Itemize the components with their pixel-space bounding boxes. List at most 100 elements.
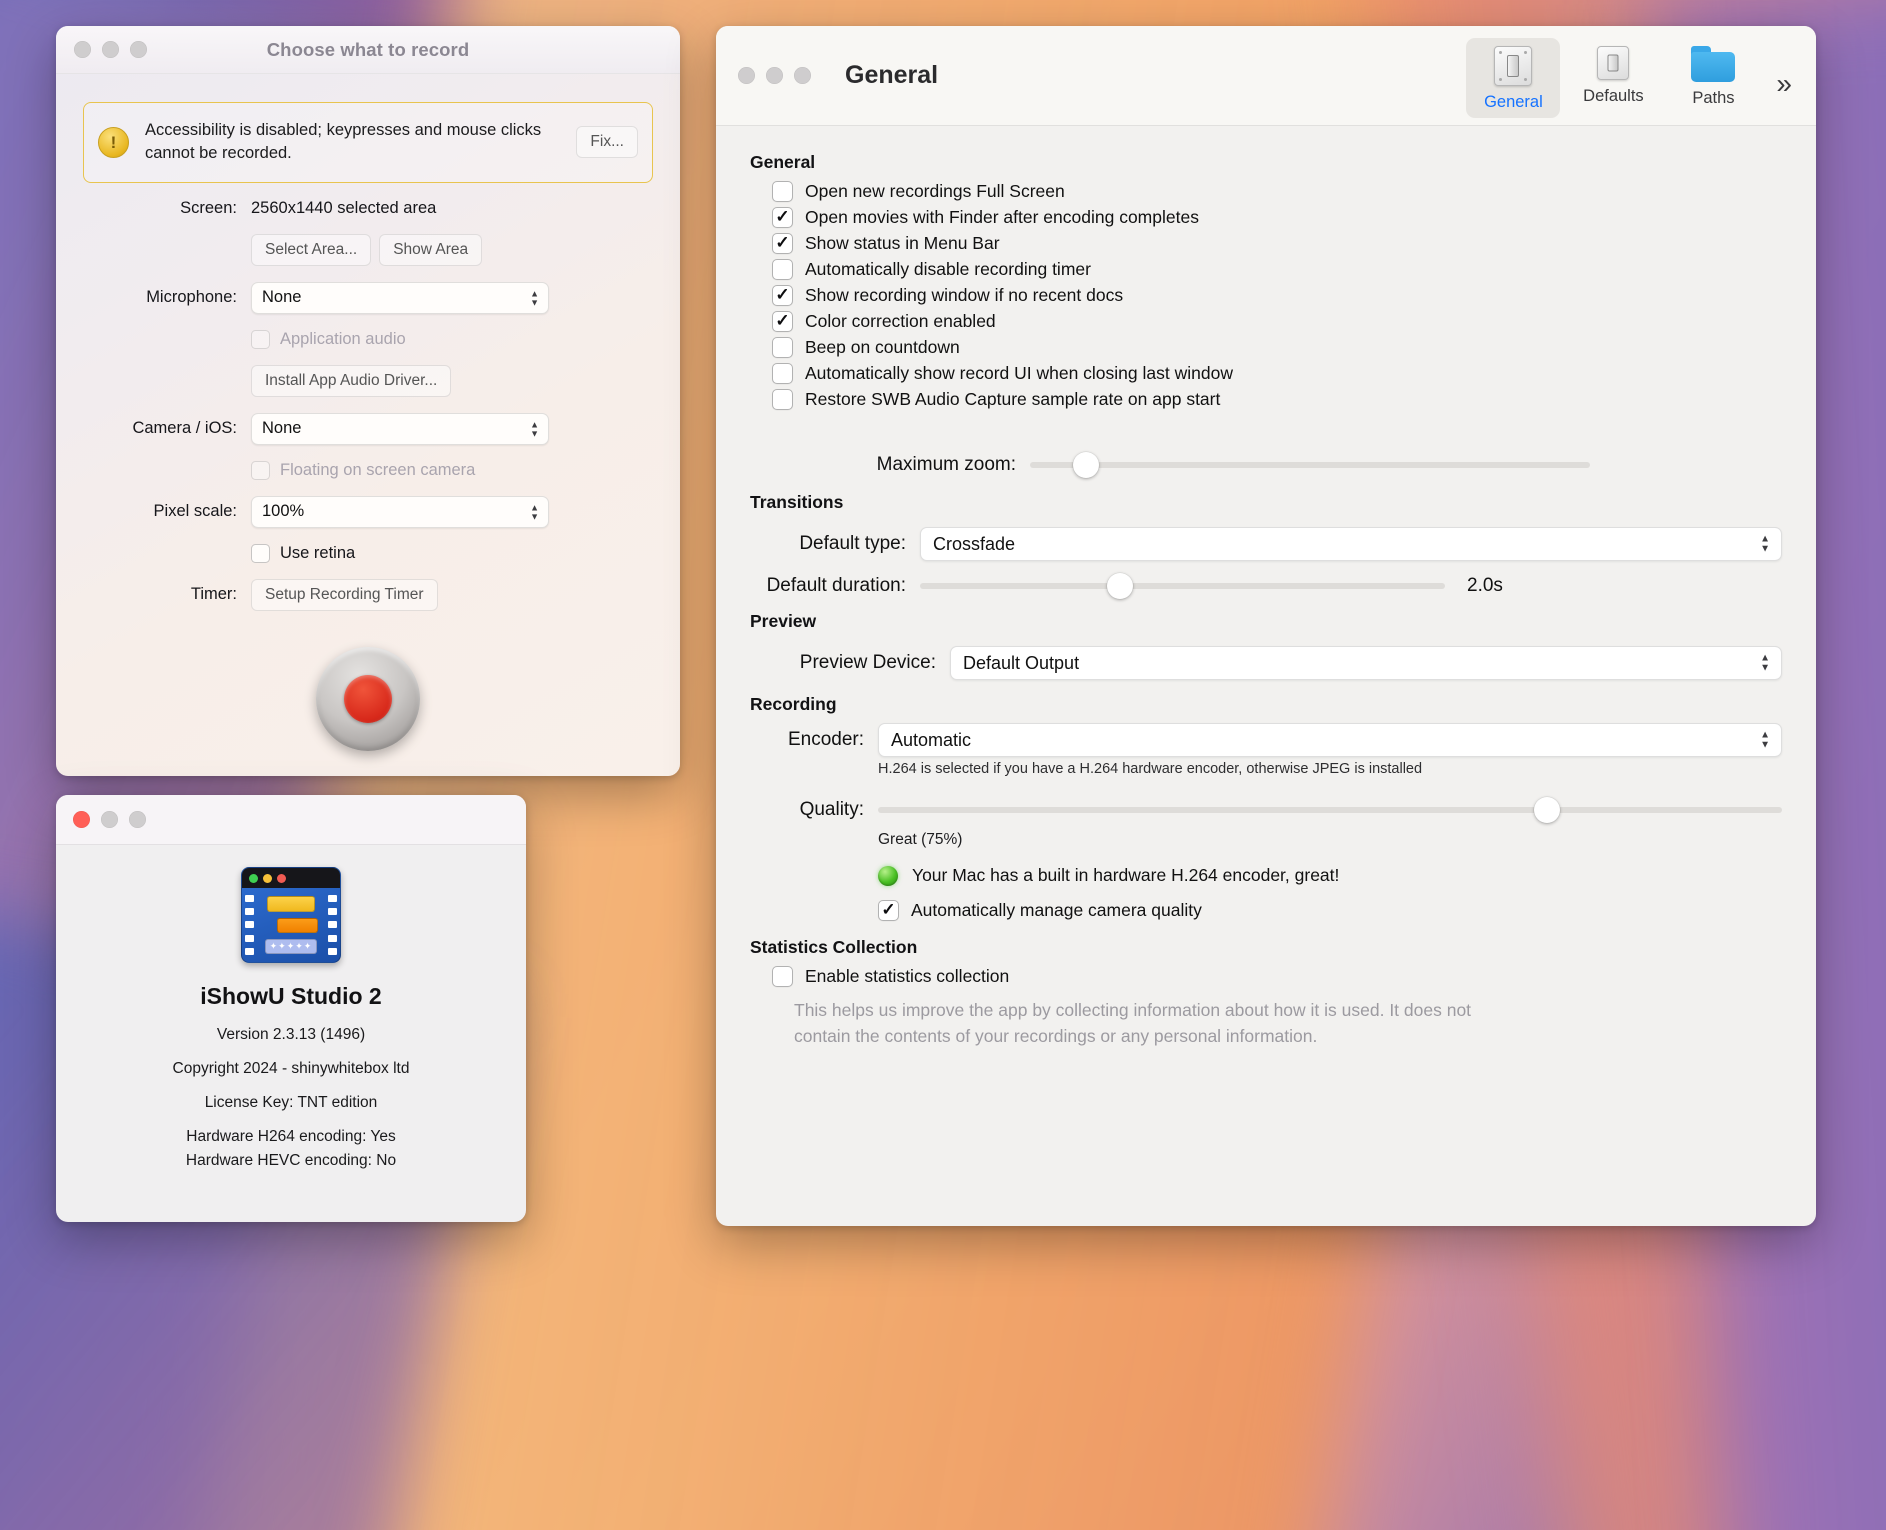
camera-label: Camera / iOS: [132, 419, 237, 438]
option-auto-manage-camera-quality[interactable]: Automatically manage camera quality [878, 900, 1782, 921]
minimize-button[interactable] [101, 811, 118, 828]
checkbox-box [772, 311, 793, 332]
setup-recording-timer-button[interactable]: Setup Recording Timer [251, 578, 438, 611]
option-open-full-screen[interactable]: Open new recordings Full Screen [772, 181, 1782, 202]
checkbox-box [251, 460, 270, 480]
checkbox-box [878, 900, 899, 921]
close-button[interactable] [738, 67, 755, 84]
zoom-button[interactable] [794, 67, 811, 84]
option-show-status-menu-bar[interactable]: Show status in Menu Bar [772, 233, 1782, 254]
floating-camera-label: Floating on screen camera [280, 460, 476, 479]
green-status-icon [878, 865, 898, 886]
maximum-zoom-slider[interactable] [1030, 452, 1590, 478]
slider-knob[interactable] [1106, 573, 1133, 599]
use-retina-label: Use retina [280, 543, 356, 562]
option-show-recording-window[interactable]: Show recording window if no recent docs [772, 285, 1782, 306]
use-retina-checkbox[interactable]: Use retina [251, 543, 356, 563]
quality-row: Quality: [750, 797, 1782, 823]
option-enable-statistics[interactable]: Enable statistics collection [772, 966, 1782, 987]
microphone-select[interactable]: None ▲ ▼ [251, 281, 549, 314]
timer-label: Timer: [190, 585, 237, 604]
fix-button[interactable]: Fix... [576, 126, 638, 159]
checkbox-box [772, 389, 793, 410]
window-controls[interactable] [738, 67, 811, 84]
page-title: General [845, 61, 939, 89]
option-color-correction[interactable]: Color correction enabled [772, 311, 1782, 332]
about-content: ✦✦✦✦✦ iShowU Studio 2 Version 2.3.13 (14… [56, 845, 526, 1170]
application-audio-label: Application audio [280, 329, 406, 348]
microphone-label: Microphone: [146, 288, 237, 307]
preview-device-select[interactable]: Default Output ▲ ▼ [950, 646, 1782, 680]
film-perforations-right [325, 888, 340, 962]
default-duration-slider[interactable] [920, 573, 1445, 599]
option-label: Show recording window if no recent docs [805, 285, 1124, 305]
statistics-description: This helps us improve the app by collect… [794, 1000, 1472, 1047]
overflow-chevron-icon[interactable]: » [1766, 38, 1798, 100]
default-duration-row: Default duration: 2.0s [750, 573, 1782, 599]
preferences-window: General General Defaults Paths » General… [716, 26, 1816, 1226]
tab-defaults[interactable]: Defaults [1566, 38, 1660, 112]
select-area-button[interactable]: Select Area... [251, 233, 372, 266]
install-driver-row: Install App Audio Driver... [56, 364, 680, 397]
install-app-audio-driver-button[interactable]: Install App Audio Driver... [251, 364, 452, 397]
show-area-button[interactable]: Show Area [379, 233, 483, 266]
maximum-zoom-row: Maximum zoom: [750, 452, 1782, 478]
toggle-switch-icon [1597, 46, 1630, 80]
tab-paths[interactable]: Paths [1666, 38, 1760, 114]
accessibility-warning-text: Accessibility is disabled; keypresses an… [145, 121, 542, 163]
default-duration-label: Default duration: [766, 575, 906, 596]
app-icon-bars: ✦✦✦✦✦ [257, 888, 325, 962]
chevron-updown-icon: ▲ ▼ [530, 419, 539, 439]
minimize-button[interactable] [766, 67, 783, 84]
option-label: Automatically disable recording timer [805, 259, 1091, 279]
camera-select[interactable]: None ▲ ▼ [251, 412, 549, 445]
option-label: Automatically manage camera quality [911, 900, 1202, 920]
floating-camera-row: Floating on screen camera [56, 460, 680, 480]
checkbox-box [772, 259, 793, 280]
option-label: Automatically show record UI when closin… [805, 363, 1233, 383]
app-name: iShowU Studio 2 [200, 983, 382, 1009]
quality-value: Great (75%) [878, 831, 963, 848]
area-buttons-row: Select Area... Show Area [56, 233, 680, 266]
application-audio-checkbox[interactable]: Application audio [251, 329, 406, 349]
option-auto-disable-timer[interactable]: Automatically disable recording timer [772, 259, 1782, 280]
encoder-row: Encoder: Automatic ▲ ▼ [750, 723, 1782, 757]
zoom-button[interactable] [129, 811, 146, 828]
chevron-updown-icon: ▲ ▼ [1760, 533, 1770, 555]
record-window-titlebar: Choose what to record [56, 26, 680, 74]
slider-knob[interactable] [1073, 452, 1099, 478]
quality-label: Quality: [799, 799, 864, 820]
default-type-select[interactable]: Crossfade ▲ ▼ [920, 527, 1782, 561]
accessibility-warning: ! Accessibility is disabled; keypresses … [83, 102, 653, 183]
default-type-value: Crossfade [933, 533, 1016, 554]
preferences-content: General Open new recordings Full Screen … [716, 126, 1816, 1050]
option-open-with-finder[interactable]: Open movies with Finder after encoding c… [772, 207, 1782, 228]
checkbox-box [251, 543, 270, 563]
option-label: Enable statistics collection [805, 966, 1010, 986]
window-controls[interactable] [73, 811, 146, 828]
record-button[interactable] [316, 646, 420, 751]
option-label: Color correction enabled [805, 311, 996, 331]
recording-section-heading: Recording [750, 694, 837, 714]
default-duration-value: 2.0s [1467, 575, 1503, 596]
preferences-toolbar: General Defaults Paths » [1466, 38, 1798, 118]
option-restore-swb-sample-rate[interactable]: Restore SWB Audio Capture sample rate on… [772, 389, 1782, 410]
record-dot-icon [344, 674, 392, 723]
tab-general[interactable]: General [1466, 38, 1561, 118]
encoder-label: Encoder: [787, 729, 864, 750]
encoder-select[interactable]: Automatic ▲ ▼ [878, 723, 1782, 757]
close-button[interactable] [73, 811, 90, 828]
app-icon-body: ✦✦✦✦✦ [242, 888, 340, 962]
transitions-section-heading: Transitions [750, 492, 844, 512]
encoder-value: Automatic [891, 729, 972, 750]
application-audio-row: Application audio [56, 329, 680, 349]
option-beep-countdown[interactable]: Beep on countdown [772, 337, 1782, 358]
preview-section-heading: Preview [750, 611, 817, 631]
warning-icon: ! [98, 126, 129, 158]
option-auto-show-record-ui[interactable]: Automatically show record UI when closin… [772, 363, 1782, 384]
quality-slider[interactable] [878, 797, 1782, 823]
slider-knob[interactable] [1533, 797, 1560, 823]
pixel-scale-row: Pixel scale: 100% ▲ ▼ [56, 495, 680, 528]
pixel-scale-select[interactable]: 100% ▲ ▼ [251, 495, 549, 528]
floating-camera-checkbox[interactable]: Floating on screen camera [251, 460, 476, 480]
